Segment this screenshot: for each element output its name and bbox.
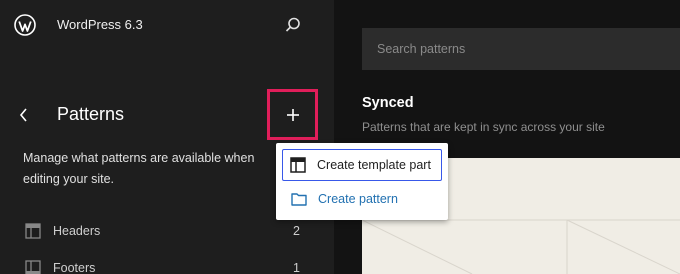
page-title: Patterns [57,104,125,124]
sidebar-item-count: 1 [293,261,300,274]
sidebar-item-label: Footers [53,261,96,274]
menu-item-label: Create template part [317,158,431,172]
create-pattern-menu-item[interactable]: Create pattern [282,183,442,215]
sidebar: WordPress 6.3 Patterns Manage what patte… [0,0,334,274]
sidebar-item-headers[interactable]: Headers 2 [25,221,300,241]
add-pattern-button[interactable] [267,89,318,140]
footer-layout-icon [25,260,41,274]
create-template-part-menu-item[interactable]: Create template part [282,149,442,181]
menu-item-label: Create pattern [318,192,398,206]
section-subtitle: Patterns that are kept in sync across yo… [362,120,605,134]
sidebar-item-footers[interactable]: Footers 1 [25,258,300,274]
wordpress-logo-icon[interactable] [14,14,36,36]
search-patterns-input[interactable] [362,28,680,70]
plus-icon [286,108,299,121]
search-icon[interactable] [283,15,303,35]
template-part-icon [290,157,306,173]
patterns-main: Synced Patterns that are kept in sync ac… [334,0,680,274]
sidebar-description: Manage what patterns are available when … [23,151,255,186]
sidebar-item-label: Headers [53,224,101,238]
chevron-left-icon[interactable] [17,106,31,124]
add-pattern-menu: Create template part Create pattern [276,143,448,220]
folder-icon [291,193,307,206]
site-title[interactable]: WordPress 6.3 [57,17,143,32]
header-layout-icon [25,223,41,239]
section-title: Synced [362,95,414,111]
sidebar-item-count: 2 [293,224,300,238]
